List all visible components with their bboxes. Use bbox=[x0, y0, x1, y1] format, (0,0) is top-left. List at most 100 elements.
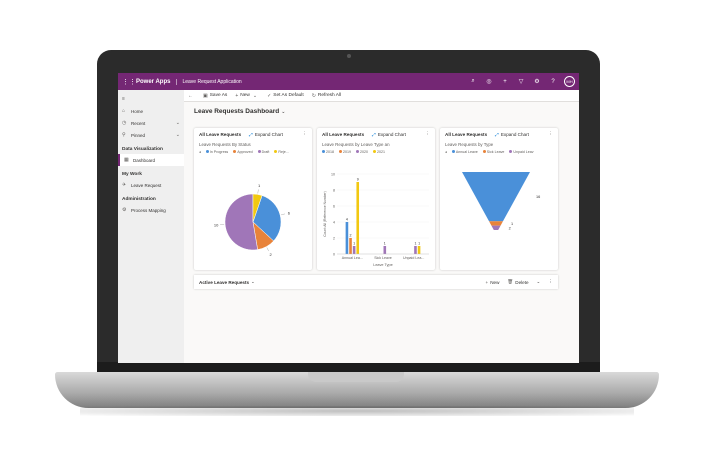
legend-item[interactable]: 2021 bbox=[373, 150, 385, 154]
sidebar-section-title: Data Visualization bbox=[122, 147, 163, 152]
more-options-icon[interactable]: ⋮ bbox=[425, 131, 430, 137]
y-axis-label: Count:All (Reference Number) bbox=[323, 191, 327, 237]
legend-item[interactable]: Unpaid Leav bbox=[509, 150, 534, 154]
check-icon: ✓ bbox=[267, 92, 272, 99]
pie-leader-line bbox=[281, 213, 286, 216]
pie-data-label: 1 bbox=[258, 183, 261, 188]
view-selector[interactable]: All Leave Requests bbox=[199, 132, 241, 137]
legend-label: 2018 bbox=[326, 150, 334, 154]
chevron-down-icon[interactable]: ⌄ bbox=[176, 120, 180, 126]
more-options-icon[interactable]: ⋮ bbox=[548, 131, 553, 137]
bar bbox=[349, 238, 352, 254]
sidebar-item-label: Recent bbox=[131, 120, 146, 126]
legend-label: 2020 bbox=[360, 150, 368, 154]
new-button[interactable]: + New ⌄ bbox=[235, 93, 259, 99]
legend-item[interactable]: In Progress bbox=[205, 150, 229, 154]
legend-label: Unpaid Leav bbox=[513, 150, 534, 154]
more-options-icon[interactable]: ⋮ bbox=[548, 279, 553, 285]
search-icon[interactable]: ⌕ bbox=[465, 78, 481, 85]
sidebar-item-recent[interactable]: ◷ Recent ⌄ bbox=[118, 117, 184, 129]
filter-icon[interactable]: ▽ bbox=[513, 78, 529, 85]
chevron-down-icon[interactable]: ⌄ bbox=[281, 109, 285, 115]
legend-prev-icon[interactable]: ◂ bbox=[199, 150, 201, 154]
bar-chart[interactable]: 0246810Count:All (Reference Number) 4219A… bbox=[317, 168, 435, 270]
legend-label: In Progress bbox=[209, 150, 229, 154]
bar-data-label: 1 bbox=[414, 242, 416, 246]
sidebar-section-title: Administration bbox=[122, 197, 156, 202]
view-selector[interactable]: All Leave Requests bbox=[322, 132, 364, 137]
expand-chart-label: Expand Chart bbox=[377, 131, 406, 137]
save-as-button[interactable]: ▣ Save As bbox=[203, 93, 227, 99]
legend-label: Approved bbox=[237, 150, 253, 154]
expand-icon: ⤢ bbox=[372, 131, 376, 137]
save-as-label: Save As bbox=[209, 93, 228, 98]
plus-icon[interactable]: + bbox=[497, 79, 513, 85]
app-header: ⋮⋮ Power Apps Leave Request Application … bbox=[118, 73, 579, 90]
pie-slice bbox=[224, 193, 258, 251]
sidebar-item-pinned[interactable]: ⚲ Pinned ⌄ bbox=[118, 129, 184, 141]
dashboard-icon: ▦ bbox=[124, 157, 129, 163]
sidebar-item-leave-request[interactable]: ✈ Leave Request bbox=[118, 179, 184, 191]
help-icon[interactable]: ? bbox=[545, 79, 561, 85]
legend-item[interactable]: Sick Leave bbox=[482, 150, 504, 154]
legend-prev-icon[interactable]: ◂ bbox=[445, 150, 447, 154]
set-default-label: Set As Default bbox=[273, 93, 304, 98]
legend-item[interactable]: Reje... bbox=[274, 150, 289, 154]
expand-chart-button[interactable]: ⤢ Expand Chart bbox=[495, 132, 529, 137]
sidebar-item-dashboard[interactable]: ▦ Dashboard bbox=[118, 154, 184, 166]
legend-item[interactable]: 2018 bbox=[322, 150, 334, 154]
pie-data-label: 6 bbox=[288, 210, 291, 215]
back-button[interactable]: ← bbox=[188, 93, 195, 99]
delete-button[interactable]: 🗑 Delete bbox=[507, 279, 528, 285]
screen: ⋮⋮ Power Apps Leave Request Application … bbox=[118, 73, 579, 363]
legend-item[interactable]: 2019 bbox=[339, 150, 351, 154]
pie-chart[interactable]: 6 2 10 1 bbox=[194, 168, 312, 268]
app-name[interactable]: Leave Request Application bbox=[176, 78, 242, 85]
chevron-down-icon[interactable]: ⌄ bbox=[176, 132, 180, 138]
expand-chart-label: Expand Chart bbox=[254, 131, 283, 137]
legend-item[interactable]: 2020 bbox=[356, 150, 368, 154]
bar-data-label: 4 bbox=[346, 218, 348, 222]
pin-icon: ⚲ bbox=[122, 132, 126, 138]
new-label: New bbox=[490, 279, 500, 285]
lightbulb-icon[interactable]: ◎ bbox=[481, 78, 497, 85]
chevron-down-icon[interactable]: ⌄ bbox=[253, 93, 257, 99]
refresh-icon: ↻ bbox=[311, 92, 316, 99]
legend-item[interactable]: Annual Leave bbox=[451, 150, 478, 154]
expand-chart-button[interactable]: ⤢ Expand Chart bbox=[372, 132, 406, 137]
view-selector[interactable]: All Leave Requests bbox=[445, 132, 487, 137]
y-tick-label: 4 bbox=[333, 220, 335, 224]
camera bbox=[347, 54, 351, 58]
waffle-icon[interactable]: ⋮⋮ bbox=[122, 78, 136, 86]
sidebar-item-process-mapping[interactable]: ⚙ Process Mapping bbox=[118, 204, 184, 216]
funnel-chart[interactable]: 1612 bbox=[440, 168, 558, 268]
set-default-button[interactable]: ✓ Set As Default bbox=[267, 93, 304, 99]
refresh-button[interactable]: ↻ Refresh All bbox=[312, 93, 341, 99]
pie-leader-line bbox=[257, 189, 259, 194]
avatar[interactable]: MH bbox=[564, 76, 575, 87]
dashboard-title-row[interactable]: Leave Requests Dashboard ⌄ bbox=[184, 102, 579, 115]
bar-data-label: 1 bbox=[384, 242, 386, 246]
brand-name[interactable]: Power Apps bbox=[136, 79, 170, 85]
chevron-down-icon[interactable]: ⌄ bbox=[537, 279, 541, 285]
legend-item[interactable]: Draft bbox=[257, 150, 269, 154]
pie-leader-line bbox=[266, 247, 269, 252]
funnel-segment bbox=[462, 172, 530, 222]
active-requests-bar: Active Leave Requests ⌄ + New 🗑 Delete ⌄ ⋮ bbox=[194, 275, 558, 289]
legend-item[interactable]: Approved bbox=[233, 150, 253, 154]
legend-label: 2019 bbox=[343, 150, 351, 154]
bar bbox=[345, 222, 349, 254]
hamburger-menu[interactable]: ≡ bbox=[118, 93, 184, 105]
y-tick-label: 10 bbox=[331, 172, 335, 176]
more-options-icon[interactable]: ⋮ bbox=[302, 131, 307, 137]
plus-icon: + bbox=[235, 92, 239, 99]
sidebar-item-home[interactable]: ⌂ Home bbox=[118, 105, 184, 117]
expand-chart-label: Expand Chart bbox=[500, 131, 529, 137]
bar-data-label: 9 bbox=[357, 178, 359, 182]
new-record-button[interactable]: + New bbox=[486, 280, 500, 285]
expand-chart-button[interactable]: ⤢ Expand Chart bbox=[249, 132, 283, 137]
active-requests-title[interactable]: Active Leave Requests bbox=[199, 280, 249, 285]
chevron-down-icon[interactable]: ⌄ bbox=[251, 279, 255, 285]
gear-icon[interactable]: ⚙ bbox=[529, 78, 545, 85]
funnel-data-label: 1 bbox=[511, 222, 513, 226]
